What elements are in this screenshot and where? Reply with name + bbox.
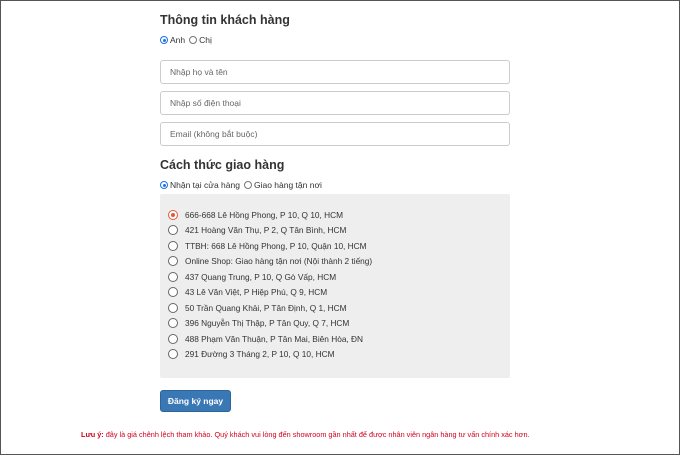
radio-icon[interactable]	[168, 349, 178, 360]
radio-icon[interactable]	[168, 225, 178, 236]
store-label: 50 Trần Quang Khải, P Tân Định, Q 1, HCM	[185, 302, 347, 313]
disclaimer-note: Lưu ý: đây là giá chênh lệch tham khảo. …	[81, 430, 530, 439]
store-option[interactable]: Online Shop: Giao hàng tận nơi (Nội thàn…	[168, 254, 372, 270]
radio-icon[interactable]	[168, 271, 178, 282]
radio-icon[interactable]	[168, 209, 178, 220]
salutation-option-anh[interactable]: Anh	[160, 35, 185, 45]
store-option[interactable]: 437 Quang Trung, P 10, Q Gò Vấp, HCM	[168, 269, 372, 285]
register-button[interactable]: Đăng ký ngay	[160, 390, 231, 412]
store-label: TTBH: 668 Lê Hồng Phong, P 10, Quận 10, …	[185, 240, 367, 251]
store-option[interactable]: 666-668 Lê Hồng Phong, P 10, Q 10, HCM	[168, 207, 372, 223]
store-label: 396 Nguyễn Thị Thập, P Tân Quy, Q 7, HCM	[185, 318, 350, 329]
radio-icon[interactable]	[168, 333, 178, 344]
email-input[interactable]: Email (không bắt buộc)	[160, 122, 510, 146]
radio-icon[interactable]	[160, 181, 168, 189]
delivery-method-radio-group: Nhận tại cửa hàng Giao hàng tận nơi	[160, 180, 326, 190]
delivery-option-label: Nhận tại cửa hàng	[170, 180, 240, 190]
radio-icon[interactable]	[168, 256, 178, 267]
salutation-label: Chị	[199, 35, 212, 45]
store-label: 43 Lê Văn Việt, P Hiệp Phú, Q 9, HCM	[185, 287, 328, 298]
salutation-label: Anh	[170, 35, 186, 45]
phone-placeholder: Nhập số điện thoại	[170, 98, 241, 108]
radio-icon[interactable]	[168, 287, 178, 298]
store-option[interactable]: 50 Trần Quang Khải, P Tân Định, Q 1, HCM	[168, 300, 372, 316]
store-list: 666-668 Lê Hồng Phong, P 10, Q 10, HCM 4…	[168, 207, 372, 362]
delivery-option-label: Giao hàng tận nơi	[253, 180, 322, 190]
store-label: 421 Hoàng Văn Thụ, P 2, Q Tân Bình, HCM	[185, 225, 347, 236]
note-prefix: Lưu ý:	[81, 430, 104, 439]
phone-input[interactable]: Nhập số điện thoại	[160, 91, 510, 115]
radio-icon[interactable]	[243, 181, 252, 189]
radio-icon[interactable]	[168, 240, 178, 251]
delivery-method-title: Cách thức giao hàng	[160, 158, 285, 172]
store-option[interactable]: TTBH: 668 Lê Hồng Phong, P 10, Quận 10, …	[168, 238, 372, 254]
radio-icon[interactable]	[189, 36, 198, 44]
store-option[interactable]: 291 Đường 3 Tháng 2, P 10, Q 10, HCM	[168, 347, 372, 363]
store-label: 488 Phạm Văn Thuận, P Tân Mai, Biên Hòa,…	[185, 333, 364, 344]
store-option[interactable]: 396 Nguyễn Thị Thập, P Tân Quy, Q 7, HCM	[168, 316, 372, 332]
delivery-option-home[interactable]: Giao hàng tận nơi	[243, 180, 322, 190]
store-option[interactable]: 421 Hoàng Văn Thụ, P 2, Q Tân Bình, HCM	[168, 223, 372, 239]
radio-icon[interactable]	[168, 302, 178, 313]
store-list-panel: 666-668 Lê Hồng Phong, P 10, Q 10, HCM 4…	[160, 194, 510, 378]
radio-icon[interactable]	[168, 318, 178, 329]
note-text: đây là giá chênh lệch tham khảo. Quý khá…	[103, 430, 530, 439]
store-option[interactable]: 43 Lê Văn Việt, P Hiệp Phú, Q 9, HCM	[168, 285, 372, 301]
customer-info-title: Thông tin khách hàng	[160, 13, 290, 27]
salutation-radio-group: Anh Chị	[160, 35, 216, 45]
store-label: 291 Đường 3 Tháng 2, P 10, Q 10, HCM	[185, 349, 335, 360]
radio-icon[interactable]	[160, 36, 168, 44]
email-placeholder: Email (không bắt buộc)	[170, 129, 258, 139]
salutation-option-chi[interactable]: Chị	[189, 35, 212, 45]
store-label: 437 Quang Trung, P 10, Q Gò Vấp, HCM	[185, 271, 337, 282]
full-name-input[interactable]: Nhập họ và tên	[160, 60, 510, 84]
full-name-placeholder: Nhập họ và tên	[170, 67, 228, 77]
store-label: 666-668 Lê Hồng Phong, P 10, Q 10, HCM	[185, 209, 344, 220]
store-option[interactable]: 488 Phạm Văn Thuận, P Tân Mai, Biên Hòa,…	[168, 331, 372, 347]
delivery-option-pickup[interactable]: Nhận tại cửa hàng	[160, 180, 240, 190]
store-label: Online Shop: Giao hàng tận nơi (Nội thàn…	[185, 256, 373, 267]
